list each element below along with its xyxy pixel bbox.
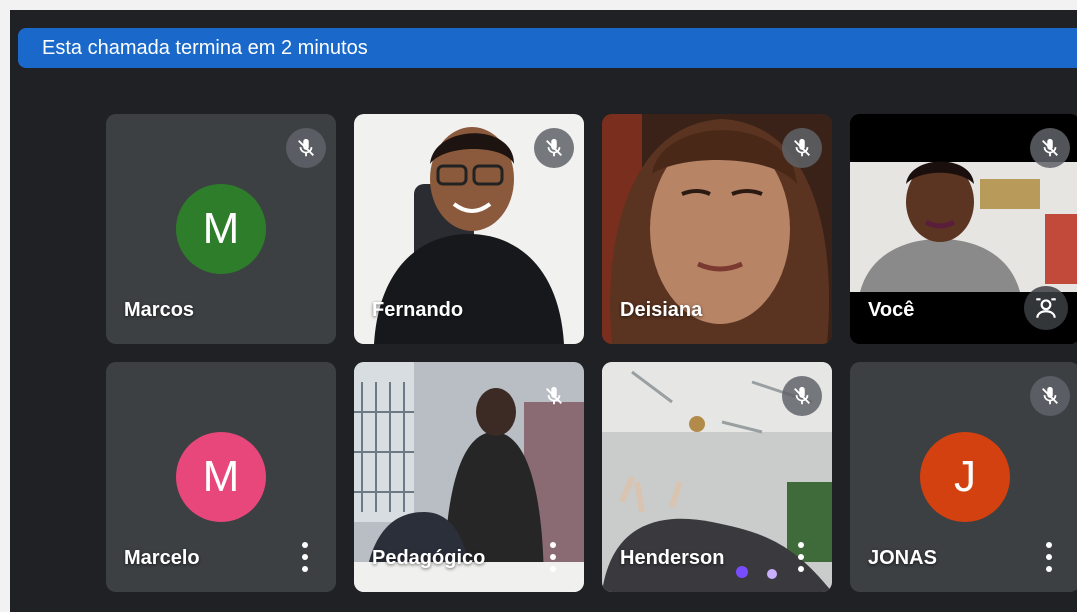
mic-off-icon [1030, 376, 1070, 416]
mic-off-icon [1030, 128, 1070, 168]
participant-tile-henderson[interactable]: Henderson [602, 362, 832, 592]
pin-person-icon[interactable] [1024, 286, 1068, 330]
mic-off-icon [782, 128, 822, 168]
more-options-button[interactable] [794, 542, 808, 572]
participant-tile-pedagogico[interactable]: Pedagógico [354, 362, 584, 592]
participant-name: Você [868, 299, 915, 321]
mic-off-icon [534, 376, 574, 416]
participant-tile-marcos[interactable]: M Marcos [106, 114, 336, 344]
participant-name: Deisiana [620, 299, 703, 321]
participant-tile-marcelo[interactable]: M Marcelo [106, 362, 336, 592]
mic-off-icon [782, 376, 822, 416]
call-ending-banner: Esta chamada termina em 2 minutos [18, 28, 1077, 68]
participant-name: Marcos [124, 299, 195, 321]
meeting-stage: Esta chamada termina em 2 minutos M Marc… [10, 10, 1077, 612]
participant-tile-jonas[interactable]: J JONAS [850, 362, 1077, 592]
participant-name: Pedagógico [372, 547, 486, 569]
avatar: M [176, 432, 266, 522]
avatar: M [176, 184, 266, 274]
more-options-button[interactable] [546, 542, 560, 572]
mic-off-icon [286, 128, 326, 168]
avatar: J [920, 432, 1010, 522]
participant-name: Fernando [372, 299, 464, 321]
more-options-button[interactable] [298, 542, 312, 572]
participant-tile-fernando[interactable]: Fernando [354, 114, 584, 344]
more-options-button[interactable] [1042, 542, 1056, 572]
participant-name: JONAS [868, 547, 937, 569]
participant-tile-deisiana[interactable]: Deisiana [602, 114, 832, 344]
participant-name: Henderson [620, 547, 725, 569]
participant-tile-voce[interactable]: Você [850, 114, 1077, 344]
mic-off-icon [534, 128, 574, 168]
participant-name: Marcelo [124, 547, 200, 569]
